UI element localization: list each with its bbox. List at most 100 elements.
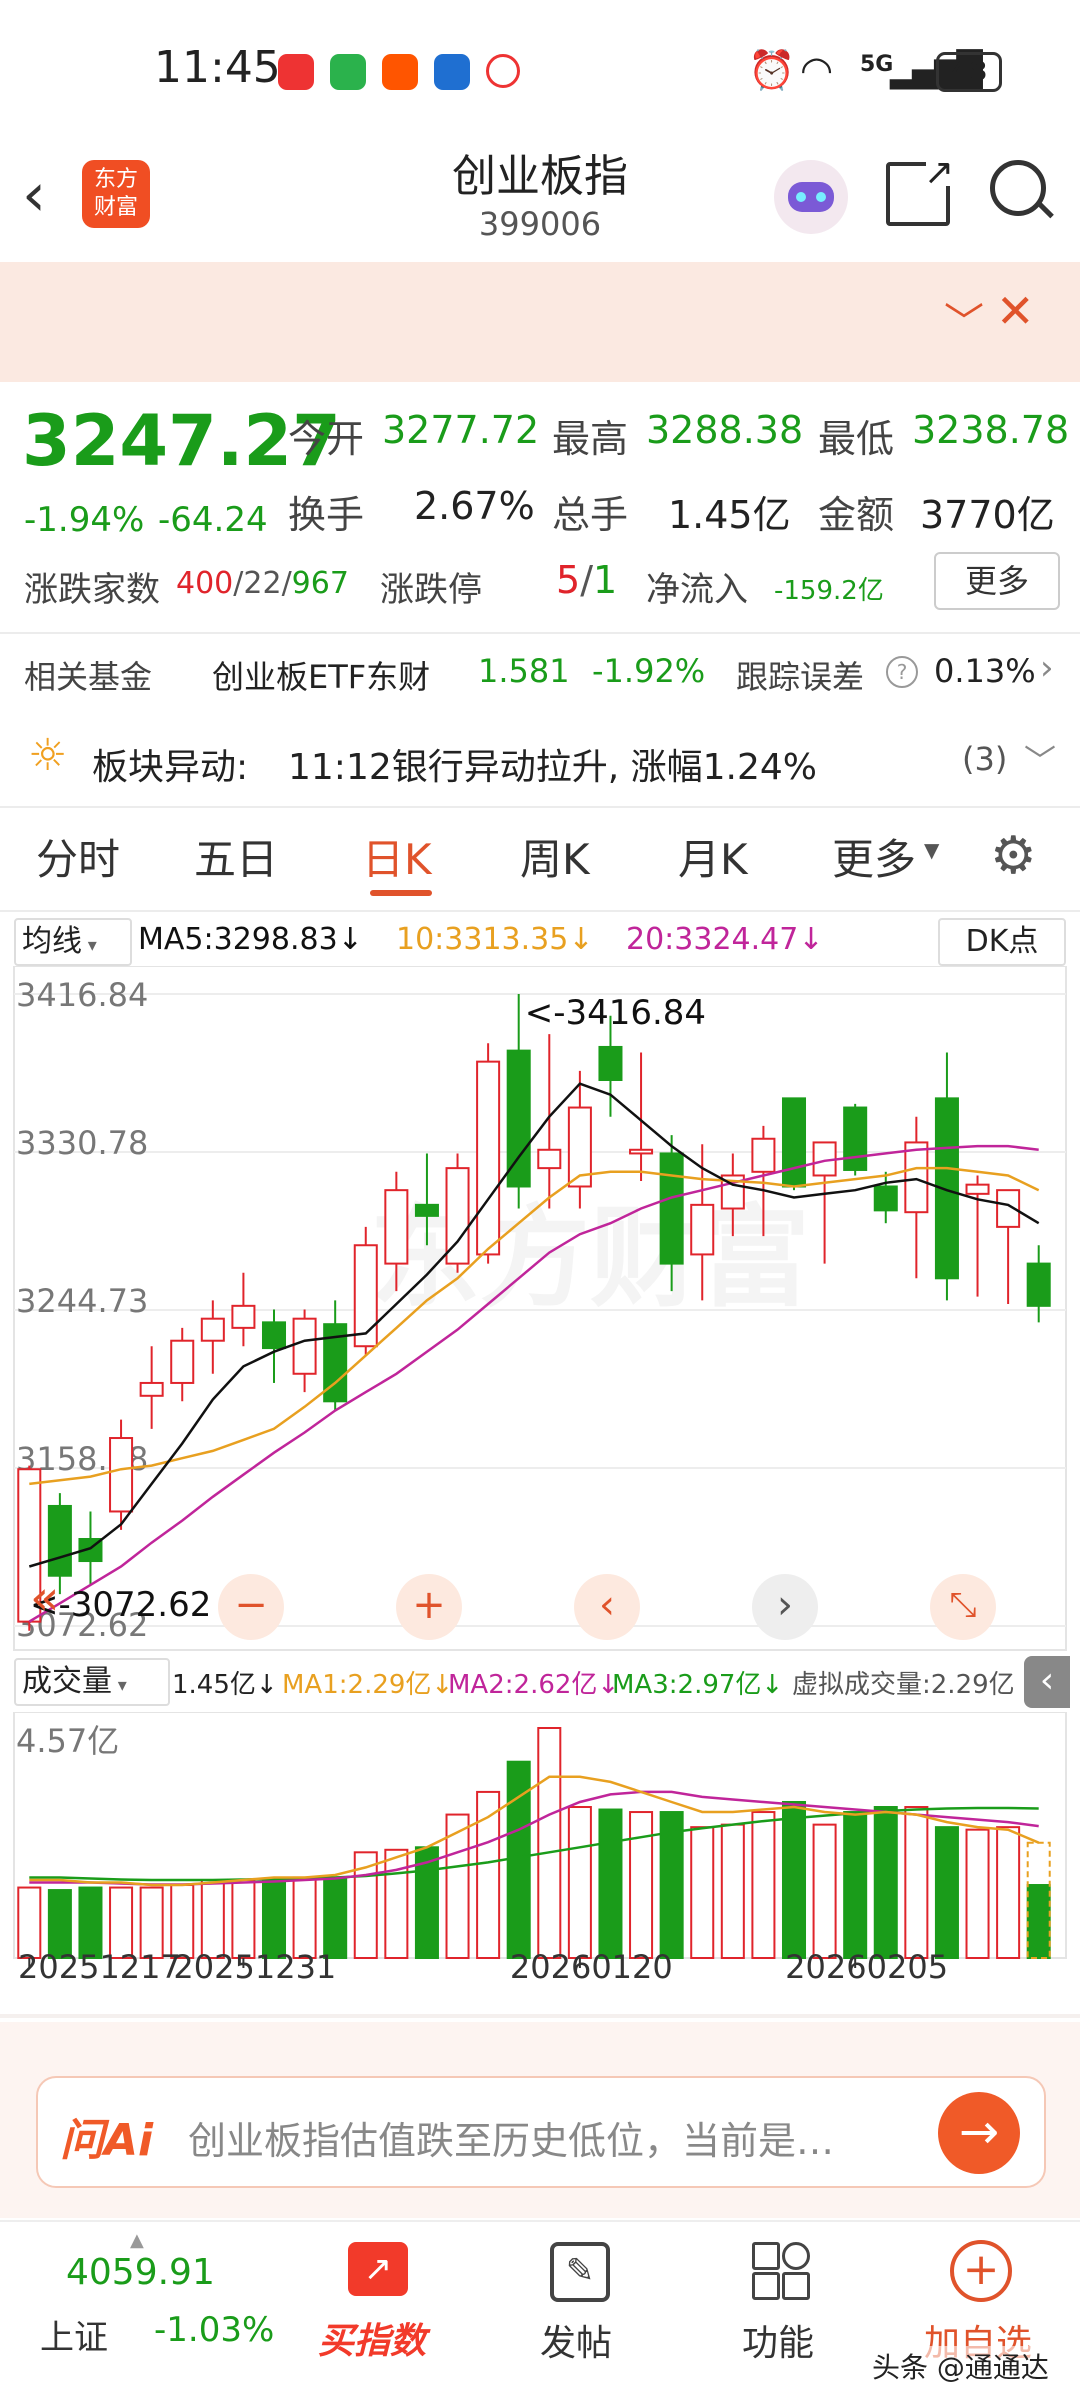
app-icon-2 [486,54,520,88]
candle-up [476,1060,501,1256]
ai-submit-arrow-icon[interactable]: → [938,2092,1020,2174]
divider [0,910,1080,912]
divider [0,806,1080,808]
volume-selector[interactable]: 成交量 ▾ [14,1658,170,1706]
high-value: 3288.38 [646,408,804,452]
tab-daily-k[interactable]: 日K [362,826,432,887]
tab-timeshare[interactable]: 分时 [36,826,120,887]
vol-ma2: MA2:2.62亿↓ [448,1670,620,1700]
breadth-label: 涨跌家数 [24,570,160,610]
post-edit-icon[interactable]: ✎ [550,2242,610,2302]
double-chevron-left-icon[interactable]: « [30,1570,59,1626]
track-label: 跟踪误差 [736,658,865,696]
sh-index-value[interactable]: 4059.91 [66,2252,215,2293]
tab-weekly-k[interactable]: 周K [520,826,590,887]
volume-bar [384,1848,409,1959]
dropdown-caret-icon: ▼ [924,838,940,862]
ai-brand: 问Ai [60,2115,154,2166]
divider [0,2014,1080,2018]
help-icon[interactable]: ? [886,656,918,688]
candle-up [231,1304,256,1329]
caret-up-icon: ▲ [130,2230,144,2251]
candle-up [751,1137,776,1173]
kline-chart[interactable]: 东方财富 3416.843330.783244.733158.683072.62… [0,966,1080,1652]
price-tick-label: 3330.78 [16,1124,148,1162]
volume-bar [751,1811,776,1959]
price-tick-label: 3416.84 [16,976,148,1014]
buy-index-icon[interactable]: ↗ [348,2242,408,2296]
fund-name: 创业板ETF东财 [212,658,431,696]
tab-more[interactable]: 更多 [832,826,916,887]
candle-up [965,1183,990,1195]
sector-alert-row[interactable]: ☼ 板块异动: 11:12银行异动拉升, 涨幅1.24% (3) ﹀ [0,726,1080,794]
buy-index-label[interactable]: 买指数 [318,2312,426,2364]
change-amount: -64.24 [158,500,268,540]
open-label: 今开 [288,417,365,461]
volume-bar [629,1811,654,1959]
volume-label: 总手 [552,493,629,537]
low-label: 最低 [818,417,895,461]
settings-gear-icon[interactable]: ⚙ [990,826,1037,886]
volume-bar [934,1826,959,1959]
turnover-label: 换手 [288,493,365,537]
ma-selector[interactable]: 均线 ▾ [14,918,132,966]
more-button[interactable]: 更多 [934,552,1060,610]
candle-up [109,1437,134,1513]
function-label[interactable]: 功能 [742,2314,814,2366]
zoom-in-button[interactable]: + [396,1574,462,1640]
alarm-icon: ⏰ [748,48,796,92]
volume-bar [598,1808,623,1960]
breadth-down: 967 [291,566,349,601]
volume-bar [690,1826,715,1959]
ai-question-box[interactable]: 问Ai 创业板指估值跌至历史低位，当前是… → [36,2076,1046,2188]
tab-monthly-k[interactable]: 月K [678,826,748,887]
add-watchlist-icon[interactable]: + [950,2240,1012,2302]
ma10-value: 10:3313.35↓ [396,922,594,957]
track-value: 0.13% [934,652,1036,690]
volume-value: 1.45亿 [668,493,791,537]
alert-count: (3) [962,740,1008,778]
dk-point-button[interactable]: DK点 [938,918,1066,966]
date-label: 20260205 [785,1948,948,1982]
scroll-left-button[interactable]: ‹ [574,1574,640,1640]
limit-down: 1 [593,558,618,602]
candle-up [537,1148,562,1170]
sh-index-name[interactable]: 上证 [40,2310,108,2359]
volume-bar [843,1811,868,1959]
candle-down [261,1321,287,1350]
candle-down [873,1185,898,1212]
high-label: 最高 [552,417,629,461]
grid-function-icon[interactable] [752,2242,810,2300]
chevron-down-icon[interactable]: ﹀ [1024,736,1056,782]
robot-avatar-icon[interactable] [774,160,848,234]
candle-down [781,1097,807,1188]
limit-label: 涨跌停 [380,570,482,610]
related-fund-row[interactable]: 相关基金 创业板ETF东财 1.581 -1.92% 跟踪误差 ? 0.13% … [0,644,1080,704]
fullscreen-icon[interactable]: ⤡ [930,1574,996,1640]
collapse-panel-icon[interactable]: ‹ [1024,1656,1070,1708]
tab-five-day[interactable]: 五日 [194,826,278,887]
wechat-icon [330,54,366,90]
volume-bar [781,1800,807,1959]
notice-banner[interactable]: ﹀ ✕ [0,262,1080,382]
app-icon [434,54,470,90]
low-value: 3238.78 [912,408,1070,452]
vol-ma3: MA3:2.97亿↓ [612,1670,784,1700]
netflow-value: -159.2亿 [774,576,884,606]
volume-chart[interactable]: 4.57亿 2025121720251231 20260120 20260205 [0,1712,1080,1982]
sh-index-change[interactable]: -1.03% [154,2310,274,2350]
volume-bar [537,1727,562,1959]
wifi-icon: ◠ [800,48,834,92]
volume-bar [200,1878,225,1959]
close-icon[interactable]: ✕ [996,284,1035,338]
post-label[interactable]: 发帖 [540,2314,612,2366]
share-icon[interactable]: ↗ [886,155,954,226]
ai-prompt-text: 创业板指估值跌至历史低位，当前是… [188,2119,835,2163]
alert-label: 板块异动: [92,747,249,788]
ma20-value: 20:3324.47↓ [626,922,824,957]
candle-down [843,1106,868,1171]
scroll-right-button[interactable]: › [752,1574,818,1640]
search-icon[interactable] [990,160,1054,219]
zoom-out-button[interactable]: − [218,1574,284,1640]
candle-up [690,1203,715,1256]
